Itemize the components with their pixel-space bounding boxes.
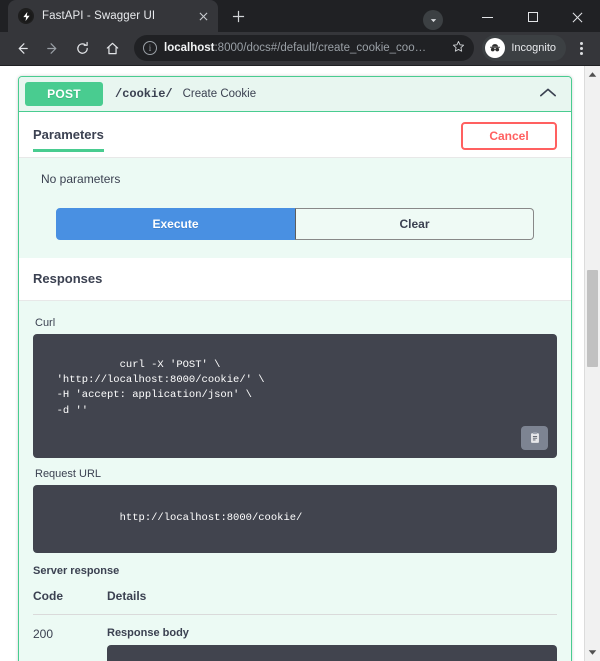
fastapi-logo-icon bbox=[18, 8, 34, 24]
server-response-label: Server response bbox=[33, 565, 557, 577]
response-details: Response body { "message": "cookie set" … bbox=[107, 627, 557, 661]
chevron-down-circle-icon[interactable] bbox=[423, 10, 443, 30]
star-icon[interactable] bbox=[449, 40, 468, 56]
reload-icon[interactable] bbox=[68, 34, 96, 62]
browser-tab[interactable]: FastAPI - Swagger UI bbox=[8, 0, 218, 32]
response-body-block: { "message": "cookie set" } bbox=[107, 645, 557, 661]
page-scrollbar[interactable] bbox=[584, 66, 600, 661]
browser-window: FastAPI - Swagger UI bbox=[0, 0, 600, 661]
incognito-indicator[interactable]: Incognito bbox=[482, 35, 566, 61]
column-header-details: Details bbox=[107, 589, 557, 603]
parameters-title: Parameters bbox=[33, 127, 104, 152]
close-icon[interactable] bbox=[194, 7, 212, 25]
clear-button[interactable]: Clear bbox=[295, 208, 534, 240]
request-url-label: Request URL bbox=[35, 468, 557, 480]
operation-path: /cookie/ bbox=[115, 87, 173, 101]
maximize-icon[interactable] bbox=[510, 0, 555, 34]
url-text: localhost:8000/docs#/default/create_cook… bbox=[164, 42, 445, 54]
tab-strip: FastAPI - Swagger UI bbox=[0, 0, 600, 32]
server-response-section: Server response Code Details 200 Respons… bbox=[19, 553, 571, 661]
home-icon[interactable] bbox=[98, 34, 126, 62]
incognito-label: Incognito bbox=[511, 42, 556, 54]
arrow-left-icon[interactable] bbox=[8, 34, 36, 62]
table-header-row: Code Details bbox=[33, 589, 557, 614]
scrollbar-thumb[interactable] bbox=[587, 270, 598, 367]
responses-title: Responses bbox=[33, 271, 102, 286]
url-path: :8000/docs#/default/create_cookie_coo… bbox=[214, 42, 426, 54]
copy-clipboard-icon[interactable] bbox=[521, 426, 548, 450]
responses-table: Code Details 200 Response body { "messag… bbox=[33, 589, 557, 661]
page-viewport: POST /cookie/ Create Cookie Parameters C… bbox=[0, 65, 600, 661]
parameters-header: Parameters Cancel bbox=[19, 112, 571, 157]
http-method-badge: POST bbox=[25, 82, 103, 106]
arrow-right-icon[interactable] bbox=[38, 34, 66, 62]
scroll-down-arrow-icon[interactable] bbox=[585, 644, 600, 661]
scrollbar-track[interactable] bbox=[585, 83, 600, 644]
kebab-menu-icon[interactable] bbox=[570, 42, 592, 55]
response-code: 200 bbox=[33, 627, 107, 661]
minimize-icon[interactable] bbox=[465, 0, 510, 34]
responses-body: Curl curl -X 'POST' \ 'http://localhost:… bbox=[19, 301, 571, 553]
response-body-label: Response body bbox=[107, 627, 557, 639]
scroll-up-arrow-icon[interactable] bbox=[585, 66, 600, 83]
action-row: Execute Clear bbox=[19, 196, 571, 258]
window-controls bbox=[423, 0, 600, 34]
column-header-code: Code bbox=[33, 589, 107, 603]
no-parameters-text: No parameters bbox=[19, 158, 571, 196]
plus-icon[interactable] bbox=[224, 2, 252, 30]
incognito-spy-icon bbox=[485, 38, 505, 58]
url-host: localhost bbox=[164, 42, 214, 54]
curl-label: Curl bbox=[35, 317, 557, 329]
swagger-page: POST /cookie/ Create Cookie Parameters C… bbox=[0, 66, 584, 661]
tab-title: FastAPI - Swagger UI bbox=[42, 10, 194, 22]
chevron-up-icon[interactable] bbox=[539, 85, 557, 103]
address-bar[interactable]: i localhost:8000/docs#/default/create_co… bbox=[134, 35, 474, 61]
browser-toolbar: i localhost:8000/docs#/default/create_co… bbox=[0, 32, 600, 65]
request-url-text: http://localhost:8000/cookie/ bbox=[120, 512, 303, 524]
cancel-button[interactable]: Cancel bbox=[461, 122, 557, 150]
responses-header: Responses bbox=[19, 258, 571, 300]
opblock-post-cookie: POST /cookie/ Create Cookie Parameters C… bbox=[18, 76, 572, 661]
window-close-icon[interactable] bbox=[555, 0, 600, 34]
operation-summary: Create Cookie bbox=[183, 88, 539, 100]
curl-command-text: curl -X 'POST' \ 'http://localhost:8000/… bbox=[44, 359, 265, 417]
request-url-block: http://localhost:8000/cookie/ bbox=[33, 485, 557, 553]
execute-button[interactable]: Execute bbox=[56, 208, 295, 240]
table-row: 200 Response body { "message": "cookie s… bbox=[33, 615, 557, 661]
opblock-summary[interactable]: POST /cookie/ Create Cookie bbox=[19, 77, 571, 112]
curl-code-block: curl -X 'POST' \ 'http://localhost:8000/… bbox=[33, 334, 557, 459]
info-circle-icon[interactable]: i bbox=[143, 41, 157, 55]
